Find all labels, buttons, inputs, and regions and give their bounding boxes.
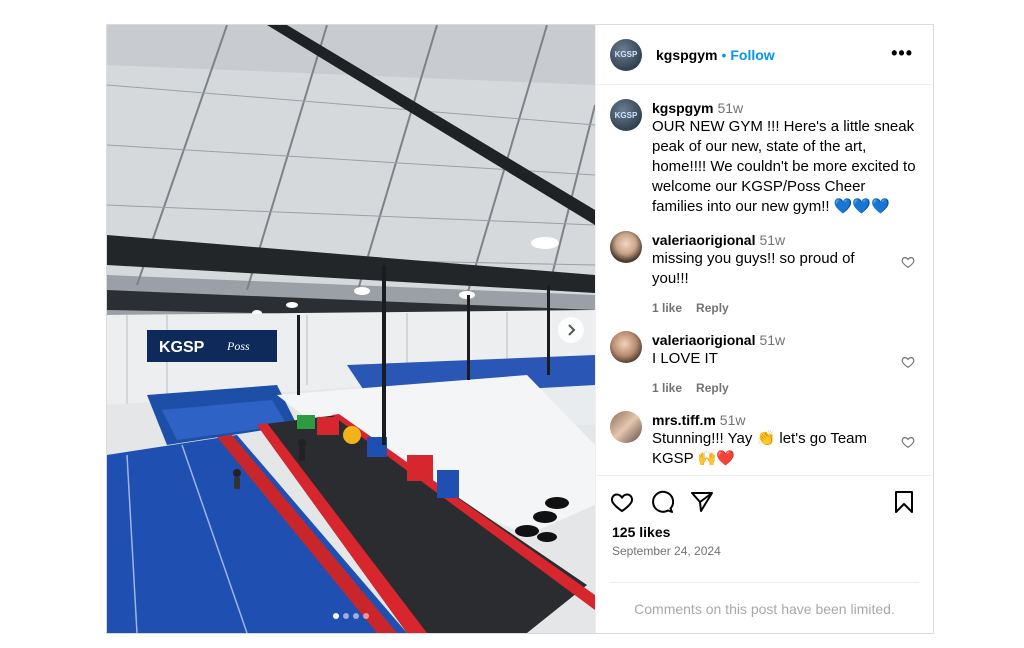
chevron-right-icon xyxy=(568,324,576,336)
comment-time: 51w xyxy=(719,412,746,428)
post-media[interactable]: KGSP Poss xyxy=(107,25,595,633)
gym-photo: KGSP Poss xyxy=(107,25,595,633)
carousel-dot xyxy=(333,613,339,619)
comment-time: 51w xyxy=(759,332,786,348)
comments-limited-notice: Comments on this post have been limited. xyxy=(610,582,919,617)
more-icon: ••• xyxy=(891,43,913,63)
carousel-dots xyxy=(107,613,595,619)
caption-time: 51w xyxy=(717,100,744,116)
post-username[interactable]: kgspgym xyxy=(656,47,717,63)
banner-poss-text: Poss xyxy=(226,339,250,353)
likes-count[interactable]: 125 likes xyxy=(612,524,670,540)
post-actions: 125 likes September 24, 2024 Comments on… xyxy=(596,475,933,635)
comment-username[interactable]: valeriaorigional xyxy=(652,232,755,248)
caption-text: OUR NEW GYM !!! Here's a little sneak pe… xyxy=(652,118,916,215)
follow-button[interactable]: Follow xyxy=(730,47,774,63)
comment-text: missing you guys!! so proud of you!!! xyxy=(652,250,855,287)
header-separator: • xyxy=(721,46,727,63)
comments-list[interactable]: KGSP kgspgym 51w OUR NEW GYM !!! Here's a… xyxy=(596,85,933,475)
comment-username[interactable]: valeriaorigional xyxy=(652,332,755,348)
commenter-avatar[interactable] xyxy=(610,411,642,443)
comment-likes[interactable]: 1 like xyxy=(652,381,682,395)
comment-icon[interactable] xyxy=(650,490,674,514)
commenter-avatar[interactable] xyxy=(610,331,642,363)
comment-likes[interactable]: 1 like xyxy=(652,301,682,315)
post-sidebar: KGSP kgspgym • Follow ••• KGSP kgspgym 51… xyxy=(595,25,933,633)
heart-icon[interactable] xyxy=(901,435,915,449)
more-options-button[interactable]: ••• xyxy=(891,43,913,64)
instagram-post: KGSP Poss KGSP kgspgym • Follow ••• KGSP… xyxy=(106,24,934,634)
reply-button[interactable]: Reply xyxy=(696,301,729,315)
bookmark-icon[interactable] xyxy=(892,490,916,514)
banner-kgsp-text: KGSP xyxy=(159,339,205,356)
action-icons xyxy=(610,490,920,514)
next-image-button[interactable] xyxy=(558,317,584,343)
commenter-avatar[interactable] xyxy=(610,231,642,263)
carousel-dot xyxy=(353,613,359,619)
share-icon[interactable] xyxy=(690,490,714,514)
heart-icon[interactable] xyxy=(901,255,915,269)
heart-icon[interactable] xyxy=(610,490,634,514)
comment-time: 51w xyxy=(759,232,786,248)
post-date: September 24, 2024 xyxy=(612,544,721,558)
caption: KGSP kgspgym 51w OUR NEW GYM !!! Here's a… xyxy=(610,99,919,217)
carousel-dot xyxy=(363,613,369,619)
caption-username[interactable]: kgspgym xyxy=(652,100,713,116)
reply-button[interactable]: Reply xyxy=(696,381,729,395)
heart-icon[interactable] xyxy=(901,355,915,369)
comment-item: mrs.tiff.m 51w Stunning!!! Yay 👏 let's go… xyxy=(610,411,919,469)
comment-username[interactable]: mrs.tiff.m xyxy=(652,412,716,428)
comment-text: I LOVE IT xyxy=(652,350,718,367)
avatar-text: KGSP xyxy=(614,50,638,59)
carousel-dot xyxy=(343,613,349,619)
avatar-text: KGSP xyxy=(614,110,638,120)
comment-item: valeriaorigional 51w I LOVE IT 1 like Repl… xyxy=(610,331,919,397)
comment-text: Stunning!!! Yay 👏 let's go Team KGSP 🙌❤️ xyxy=(652,430,867,467)
comment-item: valeriaorigional 51w missing you guys!! s… xyxy=(610,231,919,317)
post-header: KGSP kgspgym • Follow ••• xyxy=(596,25,933,85)
caption-avatar[interactable]: KGSP xyxy=(610,99,642,131)
profile-avatar[interactable]: KGSP xyxy=(610,38,642,71)
